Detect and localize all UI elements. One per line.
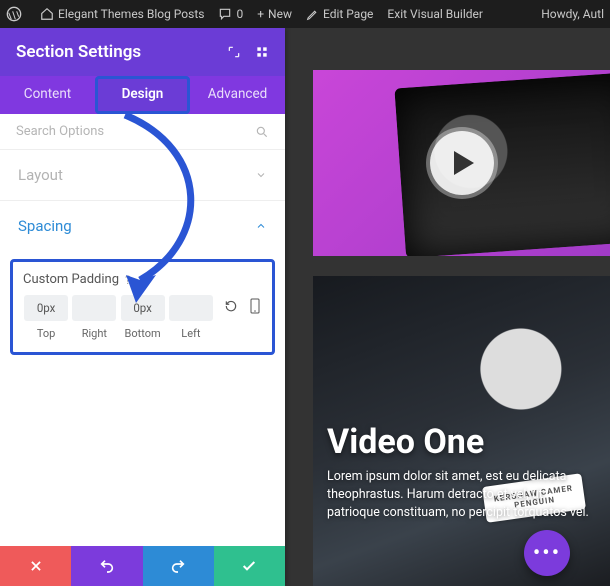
padding-right-label: Right [82, 327, 107, 340]
search-placeholder: Search Options [16, 124, 104, 139]
padding-left-label: Left [181, 327, 200, 340]
workspace: Section Settings Content Design Adv [0, 28, 610, 586]
padding-right-input[interactable] [72, 295, 116, 321]
panel-title: Section Settings [16, 42, 141, 62]
new-label: New [268, 7, 292, 21]
padding-left-input[interactable] [169, 295, 213, 321]
howdy-text: Howdy, Autl [541, 7, 604, 21]
padding-top-label: Top [37, 327, 55, 340]
wp-admin-bar: Elegant Themes Blog Posts 0 + New Edit P… [0, 0, 610, 28]
tab-content[interactable]: Content [0, 76, 95, 114]
edit-page-label: Edit Page [323, 7, 373, 21]
new-button[interactable]: + New [257, 7, 292, 21]
builder-fab[interactable]: ••• [524, 530, 570, 576]
more-icon: ••• [533, 541, 561, 566]
cancel-button[interactable] [0, 546, 71, 586]
exit-vb-label: Exit Visual Builder [387, 7, 483, 21]
undo-icon [99, 558, 115, 574]
padding-bottom-label: Bottom [125, 327, 161, 340]
padding-top-input[interactable] [24, 295, 68, 321]
comments-button[interactable]: 0 [218, 7, 243, 21]
accordion-layout-label: Layout [18, 166, 63, 184]
custom-padding-block: Custom Padding ? Top Right Bottom [10, 259, 275, 355]
redo-icon [170, 558, 186, 574]
search-options[interactable]: Search Options [0, 114, 285, 149]
reset-icon[interactable] [224, 299, 238, 313]
grid-icon[interactable] [255, 45, 269, 59]
video-hero[interactable] [313, 70, 610, 256]
tab-advanced[interactable]: Advanced [190, 76, 285, 114]
save-button[interactable] [214, 546, 285, 586]
panel-header: Section Settings [0, 28, 285, 76]
custom-padding-label: Custom Padding [23, 272, 119, 287]
accordion-spacing[interactable]: Spacing [0, 200, 285, 251]
help-icon[interactable]: ? [125, 273, 131, 287]
close-icon [29, 559, 43, 573]
exit-visual-builder-button[interactable]: Exit Visual Builder [387, 7, 483, 21]
play-button[interactable] [430, 131, 494, 195]
site-name[interactable]: Elegant Themes Blog Posts [40, 7, 204, 21]
chevron-up-icon [255, 220, 267, 232]
site-title-text: Elegant Themes Blog Posts [58, 7, 204, 21]
tab-design-label: Design [122, 86, 164, 102]
comments-count: 0 [236, 7, 243, 21]
accordion-layout[interactable]: Layout [0, 149, 285, 200]
howdy-user[interactable]: Howdy, Autl [541, 7, 604, 21]
expand-icon[interactable] [227, 45, 241, 59]
tile-body: Lorem ipsum dolor sit amet, est eu delic… [327, 468, 598, 522]
preview-area: KERSHAW CAMER PENGUIN Video One Lorem ip… [285, 28, 610, 586]
wp-logo[interactable] [6, 6, 26, 22]
settings-panel: Section Settings Content Design Adv [0, 28, 285, 586]
check-icon [241, 558, 257, 574]
tab-advanced-label: Advanced [208, 86, 268, 102]
tile-title: Video One [327, 422, 598, 462]
wordpress-icon [6, 6, 22, 22]
search-icon [255, 125, 269, 139]
panel-body: Search Options Layout Spacing Custom Pad… [0, 114, 285, 546]
edit-page-button[interactable]: Edit Page [306, 7, 373, 21]
tile-text: Video One Lorem ipsum dolor sit amet, es… [327, 422, 598, 522]
tab-content-label: Content [24, 86, 71, 102]
accordion-spacing-label: Spacing [18, 217, 72, 235]
redo-button[interactable] [143, 546, 214, 586]
plus-icon: + [257, 7, 264, 21]
comment-icon [218, 7, 232, 21]
pencil-icon [306, 8, 319, 21]
chevron-down-icon [255, 169, 267, 181]
panel-tabs: Content Design Advanced [0, 76, 285, 114]
responsive-icon[interactable] [248, 299, 262, 313]
home-icon [40, 7, 54, 21]
undo-button[interactable] [71, 546, 142, 586]
panel-footer [0, 546, 285, 586]
tab-design[interactable]: Design [95, 76, 190, 114]
padding-bottom-input[interactable] [121, 295, 165, 321]
camera-image [394, 72, 610, 256]
